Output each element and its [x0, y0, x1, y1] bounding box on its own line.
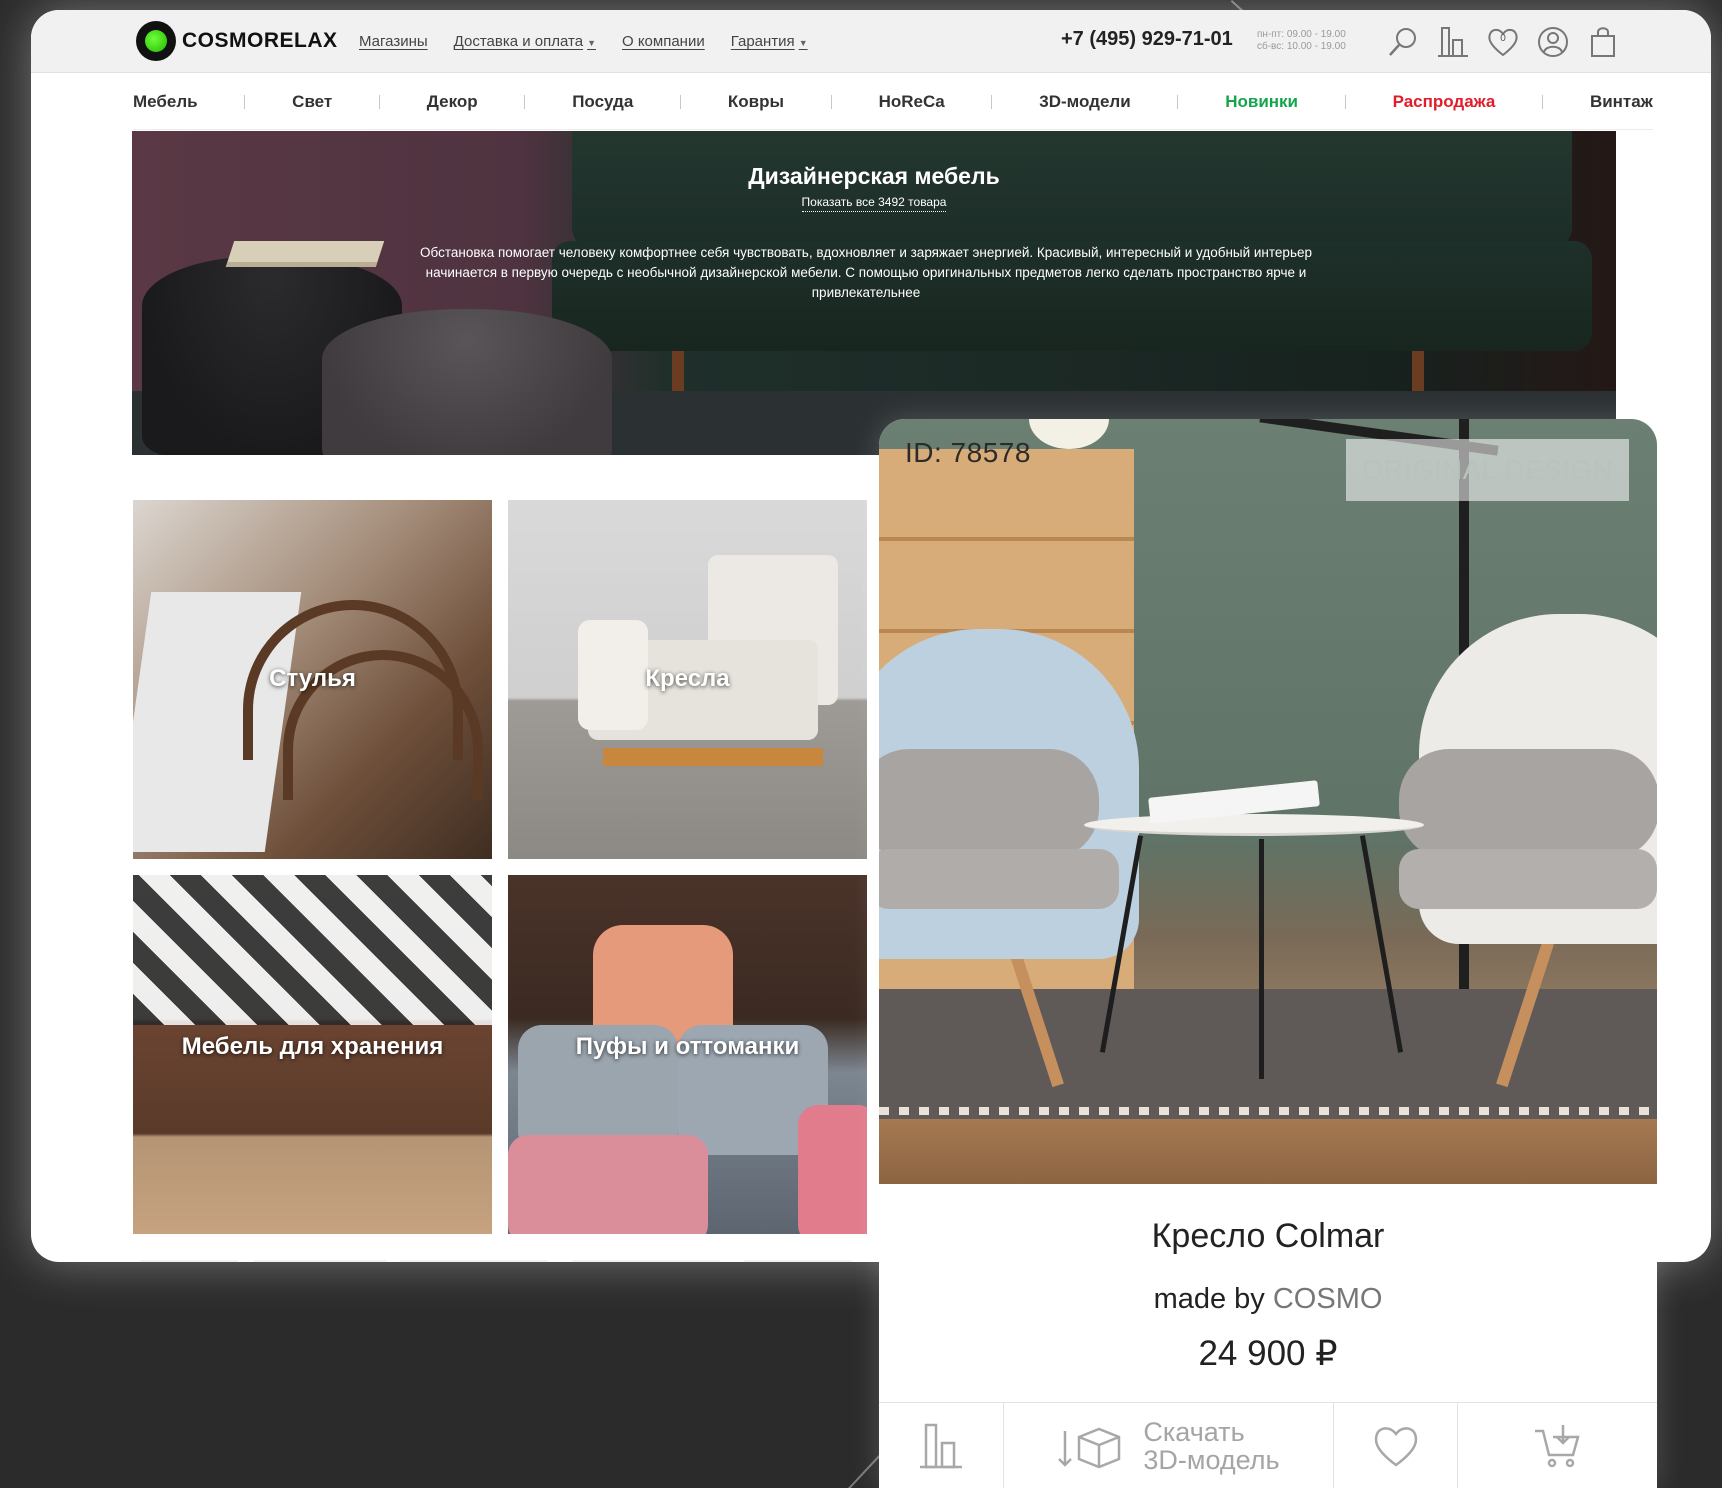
- favorites-count: 0: [1500, 33, 1506, 44]
- category-new-arrivals[interactable]: Новинки: [1225, 92, 1298, 112]
- placeholder-strip: [743, 1260, 853, 1262]
- placeholder-strip: [139, 1260, 239, 1262]
- hero-description: Обстановка помогает человеку комфортнее …: [420, 245, 1312, 300]
- pouf-image: [508, 1135, 708, 1234]
- link-delivery-payment[interactable]: Доставка и оплата ▼: [454, 33, 596, 50]
- compare-icon[interactable]: [1435, 24, 1471, 60]
- product-name[interactable]: Кресло Colmar: [879, 1217, 1657, 1256]
- divider: [524, 94, 526, 109]
- compare-icon: [920, 1423, 962, 1468]
- download-3d-model-button[interactable]: Скачать 3D-модель: [1004, 1403, 1334, 1488]
- category-3d-models[interactable]: 3D-модели: [1039, 92, 1130, 112]
- category-tableware[interactable]: Посуда: [572, 92, 633, 112]
- account-icon[interactable]: [1535, 24, 1571, 60]
- category-horeca[interactable]: HoReCa: [879, 92, 945, 112]
- armchair-image: [603, 748, 823, 766]
- brand-name[interactable]: COSMO: [1273, 1283, 1383, 1315]
- placeholder-strip: [571, 1260, 721, 1262]
- category-lighting[interactable]: Свет: [292, 92, 332, 112]
- made-by-label: made by: [1153, 1283, 1265, 1315]
- tile-storage-furniture[interactable]: Мебель для хранения: [133, 875, 492, 1234]
- logo-mark-icon: [136, 21, 176, 61]
- link-stores[interactable]: Магазины: [359, 33, 428, 50]
- download-label: Скачать 3D-модель: [1143, 1416, 1280, 1475]
- hours-weekends: сб-вс: 10.00 - 19.00: [1257, 41, 1346, 52]
- lamp-image: [1029, 419, 1109, 449]
- working-hours: пн-пт: 09.00 - 19.00 сб-вс: 10.00 - 19.0…: [1257, 29, 1346, 53]
- armchair-cushion-image: [879, 749, 1099, 859]
- divider: [680, 94, 682, 109]
- table-leg: [1259, 839, 1264, 1079]
- link-about-company[interactable]: О компании: [622, 33, 705, 50]
- tile-chairs[interactable]: Стулья: [133, 500, 492, 859]
- link-warranty[interactable]: Гарантия ▼: [731, 33, 808, 50]
- tile-label: Стулья: [269, 665, 356, 692]
- divider: [1344, 94, 1346, 109]
- connector-line-bottom: [848, 1454, 881, 1488]
- hero-show-all-link[interactable]: Показать все 3492 товара: [132, 195, 1616, 212]
- book-image: [225, 241, 385, 267]
- top-bar: COSMORELAX Магазины Доставка и оплата ▼ О…: [31, 10, 1711, 73]
- category-decor[interactable]: Декор: [427, 92, 478, 112]
- tile-label: Пуфы и оттоманки: [575, 1033, 800, 1060]
- floor-image: [879, 1119, 1657, 1184]
- placeholder-strip: [399, 1260, 549, 1262]
- coffee-table-image: [1084, 814, 1424, 836]
- product-actions: Скачать 3D-модель: [879, 1402, 1657, 1488]
- logo-text: COSMORELAX: [182, 29, 338, 52]
- placeholder-strip: [253, 1260, 388, 1262]
- sofa-image: [572, 131, 1572, 251]
- original-design-badge: ORIGINAL DESIGN: [1346, 439, 1629, 501]
- category-nav: Мебель Свет Декор Посуда Ковры HoReCa 3D…: [133, 74, 1653, 130]
- pouf-image: [322, 309, 612, 455]
- top-links: Магазины Доставка и оплата ▼ О компании Г…: [359, 10, 808, 73]
- armchair-seat-image: [879, 849, 1119, 909]
- chevron-down-icon: ▼: [798, 38, 808, 48]
- armchair-cushion-image: [1399, 749, 1657, 859]
- product-photo[interactable]: ID: 78578 ORIGINAL DESIGN: [879, 419, 1657, 1184]
- divider: [244, 94, 246, 109]
- add-to-cart-button[interactable]: [1458, 1403, 1657, 1488]
- divider: [830, 94, 832, 109]
- phone-number[interactable]: +7 (495) 929-71-01: [1061, 28, 1233, 51]
- hero-title: Дизайнерская мебель: [748, 163, 1000, 189]
- tile-poufs-ottomans[interactable]: Пуфы и оттоманки: [508, 875, 867, 1234]
- add-to-cart-icon: [1534, 1424, 1580, 1467]
- category-vintage[interactable]: Винтаж: [1590, 92, 1653, 112]
- product-card[interactable]: ID: 78578 ORIGINAL DESIGN Кресло Colmar …: [879, 419, 1657, 1488]
- search-icon[interactable]: [1385, 24, 1421, 60]
- favorites-heart-icon[interactable]: 0: [1485, 24, 1521, 60]
- armchair-seat-image: [1399, 849, 1657, 909]
- rug-fringe-image: [879, 1107, 1657, 1115]
- wallpaper-image: [133, 875, 492, 1025]
- cart-bag-icon[interactable]: [1585, 24, 1621, 60]
- chevron-down-icon: ▼: [587, 38, 596, 48]
- tile-armchairs[interactable]: Кресла: [508, 500, 867, 859]
- divider: [1542, 94, 1544, 109]
- divider: [991, 94, 993, 109]
- logo[interactable]: COSMORELAX: [136, 21, 338, 61]
- download-3d-model-icon: [1058, 1427, 1121, 1468]
- favorite-heart-icon: [1374, 1426, 1417, 1467]
- product-id: ID: 78578: [905, 437, 1031, 468]
- header-icons: 0: [1385, 24, 1621, 60]
- product-price: 24 900 ₽: [1198, 1334, 1338, 1373]
- divider: [379, 94, 381, 109]
- category-sale[interactable]: Распродажа: [1393, 92, 1496, 112]
- hero-banner: Дизайнерская мебель Показать все 3492 то…: [132, 131, 1616, 455]
- category-rugs[interactable]: Ковры: [728, 92, 784, 112]
- favorite-button[interactable]: [1334, 1403, 1458, 1488]
- tile-label: Мебель для хранения: [181, 1033, 444, 1060]
- pouf-image: [798, 1105, 867, 1234]
- category-furniture[interactable]: Мебель: [133, 92, 198, 112]
- product-maker: made by COSMO: [879, 1283, 1657, 1316]
- divider: [1177, 94, 1179, 109]
- hours-weekdays: пн-пт: 09.00 - 19.00: [1257, 29, 1346, 40]
- compare-button[interactable]: [879, 1403, 1004, 1488]
- tile-label: Кресла: [645, 665, 730, 692]
